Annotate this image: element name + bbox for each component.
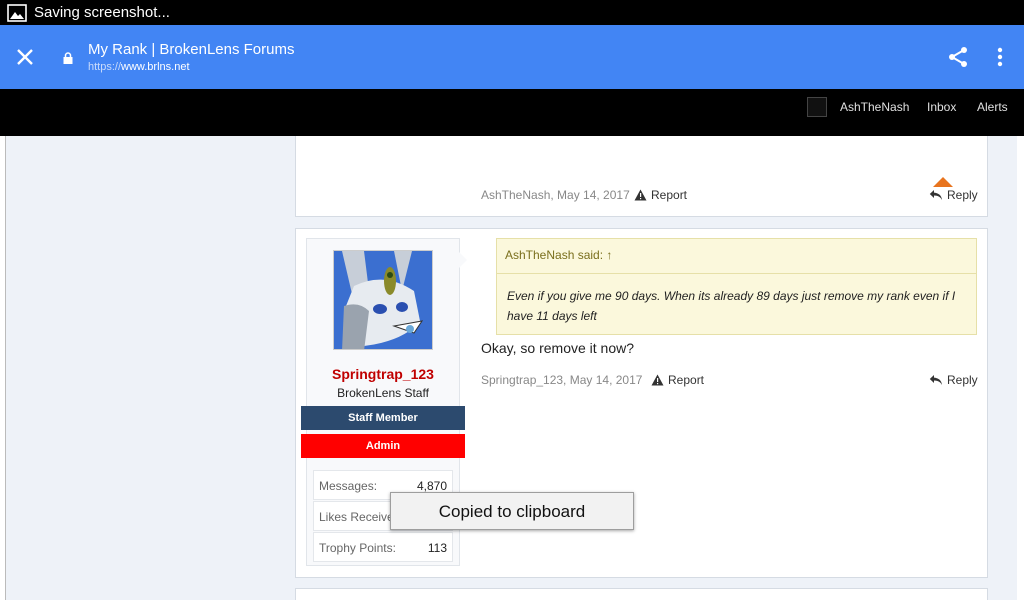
post-message: Okay, so remove it now? (481, 340, 635, 356)
nav-alerts[interactable]: Alerts (977, 100, 1008, 114)
warning-icon (634, 189, 647, 201)
stat-trophy-points[interactable]: Trophy Points: 113 (313, 532, 453, 562)
next-post (295, 588, 988, 600)
stat-label: Likes Receive (319, 510, 394, 524)
stat-value: 113 (427, 541, 447, 555)
forum-nav: AshTheNash Inbox Alerts (0, 89, 1024, 136)
quote-body: Even if you give me 90 days. When its al… (507, 289, 956, 323)
warning-icon (651, 374, 664, 386)
user-avatar[interactable] (333, 250, 433, 350)
post-username[interactable]: Springtrap_123 (306, 366, 460, 382)
reply-link[interactable]: Reply (929, 188, 978, 202)
image-icon (7, 3, 27, 22)
quote-divider (497, 273, 976, 274)
user-title: BrokenLens Staff (337, 386, 429, 400)
nav-username[interactable]: AshTheNash (840, 100, 909, 114)
reply-arrow-icon (929, 190, 942, 200)
report-label: Report (668, 373, 705, 387)
url-host: www.brlns.net (121, 61, 190, 73)
more-vert-icon[interactable] (990, 45, 1010, 69)
report-link[interactable]: Report (634, 188, 687, 202)
url-protocol: https:// (88, 61, 122, 73)
page-url[interactable]: https://www.brlns.net (88, 61, 190, 73)
user-avatar-mini[interactable] (807, 97, 827, 117)
post-meta[interactable]: AshTheNash, May 14, 2017 (481, 188, 630, 202)
status-text: Saving screenshot... (34, 4, 170, 21)
admin-badge: Admin (301, 434, 465, 458)
reply-label: Reply (947, 188, 978, 202)
report-label: Report (651, 188, 688, 202)
stat-label: Messages: (319, 479, 378, 493)
avatar-drawing (334, 251, 432, 349)
user-card-pointer (459, 252, 467, 268)
post-meta[interactable]: Springtrap_123, May 14, 2017 (481, 373, 642, 387)
status-bar: Saving screenshot... (0, 0, 1024, 25)
stat-value: 4,870 (416, 479, 447, 493)
nav-inbox[interactable]: Inbox (927, 100, 956, 114)
stat-label: Trophy Points: (319, 541, 396, 555)
reply-arrow-icon (929, 375, 942, 385)
reply-label: Reply (947, 373, 978, 387)
close-icon[interactable] (14, 46, 36, 68)
lock-icon (63, 52, 73, 64)
browser-toolbar: My Rank | BrokenLens Forums https://www.… (0, 25, 1024, 89)
staff-member-badge: Staff Member (301, 406, 465, 430)
quote-header[interactable]: AshTheNash said: ↑ (505, 248, 612, 262)
content-divider (5, 136, 6, 600)
reply-link[interactable]: Reply (929, 373, 978, 387)
quote-block: AshTheNash said: ↑ Even if you give me 9… (496, 238, 977, 335)
previous-post: AshTheNash, May 14, 2017 Report Reply (295, 136, 988, 217)
report-link[interactable]: Report (651, 373, 704, 387)
scroll-top-arrow-icon[interactable] (933, 177, 953, 187)
clipboard-toast: Copied to clipboard (390, 492, 634, 530)
share-icon[interactable] (946, 45, 970, 69)
page-title: My Rank | BrokenLens Forums (88, 41, 295, 58)
